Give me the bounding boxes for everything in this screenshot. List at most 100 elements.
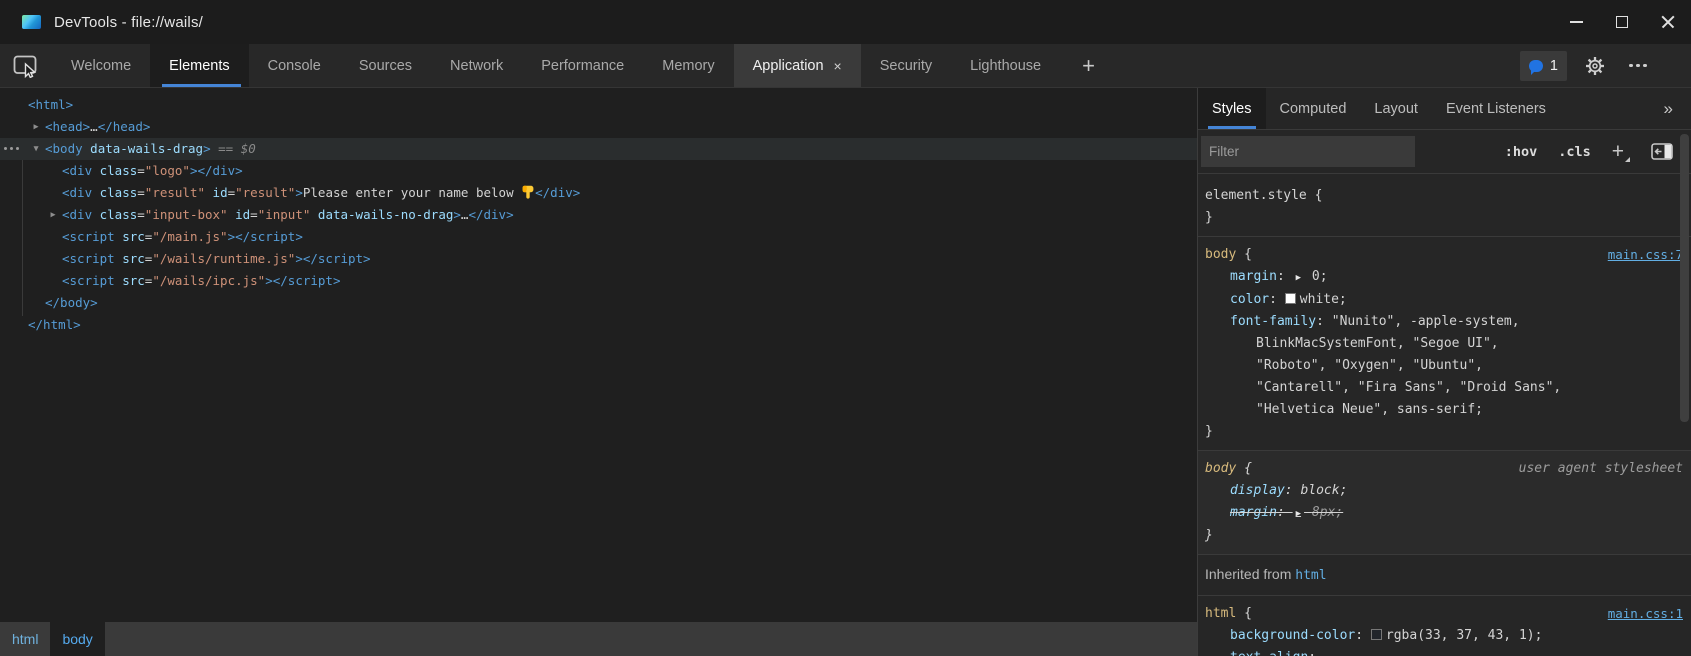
code-segment: > bbox=[453, 207, 461, 222]
property-name[interactable]: color bbox=[1230, 292, 1269, 307]
tree-row[interactable]: <html> bbox=[0, 94, 1197, 116]
node-options-icon[interactable] bbox=[4, 147, 19, 150]
color-swatch[interactable] bbox=[1371, 629, 1382, 640]
css-declaration-color[interactable]: color: white; bbox=[1205, 289, 1683, 311]
property-name[interactable]: font-family bbox=[1230, 314, 1316, 329]
property-value[interactable]: 0; bbox=[1312, 269, 1328, 284]
tab-overflow-button[interactable]: » bbox=[1646, 88, 1691, 129]
maximize-button[interactable] bbox=[1599, 0, 1645, 44]
property-value[interactable]: 8px; bbox=[1312, 505, 1343, 520]
styles-tab-event-listeners[interactable]: Event Listeners bbox=[1432, 88, 1560, 129]
stylesheet-link[interactable]: main.css:1 bbox=[1608, 603, 1683, 625]
tab-sources[interactable]: Sources bbox=[340, 44, 431, 87]
property-value[interactable]: block; bbox=[1300, 483, 1347, 498]
more-tabs-button[interactable]: + bbox=[1060, 44, 1117, 87]
close-button[interactable] bbox=[1645, 0, 1691, 44]
tree-row[interactable]: ▶<div class="input-box" id="input" data-… bbox=[0, 204, 1197, 226]
tab-application[interactable]: Application× bbox=[734, 44, 861, 87]
rule-selector[interactable]: element.style bbox=[1205, 188, 1307, 203]
devtools-tab-bar: Welcome ElementsConsoleSourcesNetworkPerf… bbox=[0, 44, 1691, 88]
tree-row[interactable]: <script src="/wails/ipc.js"></script> bbox=[0, 270, 1197, 292]
minimize-button[interactable] bbox=[1553, 0, 1599, 44]
tree-row[interactable]: </body> bbox=[0, 292, 1197, 314]
tab-label: Memory bbox=[662, 58, 714, 74]
rule-selector[interactable]: body bbox=[1205, 461, 1236, 476]
css-declaration-text-align[interactable]: text-align: bbox=[1205, 647, 1683, 656]
expand-arrow-icon[interactable]: ▶ bbox=[47, 204, 59, 226]
property-value-wrapped[interactable]: "Cantarell", "Fira Sans", "Droid Sans", bbox=[1205, 377, 1683, 399]
tree-row[interactable]: ▶<head>…</head> bbox=[0, 116, 1197, 138]
stylesheet-link[interactable]: main.css:7 bbox=[1608, 244, 1683, 266]
rule-selector[interactable]: body bbox=[1205, 247, 1236, 262]
sidebar-toggle-icon[interactable] bbox=[1651, 143, 1673, 160]
code-segment: ></script> bbox=[295, 251, 370, 266]
issues-icon bbox=[1529, 60, 1543, 72]
more-icon bbox=[1629, 64, 1647, 68]
style-rule-body: user agent stylesheetbody {display: bloc… bbox=[1198, 451, 1691, 555]
property-name[interactable]: background-color bbox=[1230, 628, 1355, 643]
css-declaration-margin[interactable]: margin: ▶ 0; bbox=[1205, 266, 1683, 289]
element-classes-toggle[interactable]: .cls bbox=[1558, 144, 1591, 160]
expand-arrow-icon[interactable]: ▶ bbox=[30, 116, 42, 138]
breadcrumb-html[interactable]: html bbox=[0, 622, 50, 656]
code-segment: "/main.js" bbox=[152, 229, 227, 244]
code-segment: = bbox=[137, 185, 145, 200]
css-declaration-display[interactable]: display: block; bbox=[1205, 480, 1683, 502]
tree-row[interactable]: ▼<body data-wails-drag> == $0 bbox=[0, 138, 1197, 160]
rule-selector[interactable]: html bbox=[1205, 606, 1236, 621]
property-value[interactable]: rgba(33, 37, 43, 1); bbox=[1386, 628, 1543, 643]
expand-value-icon[interactable]: ▶ bbox=[1296, 273, 1301, 283]
style-filter-input[interactable] bbox=[1201, 136, 1415, 167]
code-segment: <div bbox=[62, 185, 92, 200]
colon: : bbox=[1277, 269, 1293, 284]
color-swatch[interactable] bbox=[1285, 293, 1296, 304]
css-declaration-background-color[interactable]: background-color: rgba(33, 37, 43, 1); bbox=[1205, 625, 1683, 647]
styles-tab-computed[interactable]: Computed bbox=[1266, 88, 1361, 129]
code-segment: = bbox=[137, 163, 145, 178]
property-name[interactable]: text-align bbox=[1230, 650, 1308, 656]
css-declaration-margin[interactable]: margin: ▶ 8px; bbox=[1205, 502, 1683, 525]
more-options-button[interactable] bbox=[1623, 51, 1653, 81]
tab-label: Welcome bbox=[71, 58, 131, 74]
property-value-wrapped[interactable]: BlinkMacSystemFont, "Segoe UI", bbox=[1205, 333, 1683, 355]
settings-button[interactable] bbox=[1580, 51, 1610, 81]
new-style-rule-button[interactable]: + bbox=[1612, 140, 1630, 164]
property-value[interactable]: white; bbox=[1300, 292, 1347, 307]
expand-value-icon[interactable]: ▶ bbox=[1296, 509, 1301, 519]
property-name[interactable]: margin bbox=[1230, 505, 1277, 520]
issues-button[interactable]: 1 bbox=[1520, 51, 1567, 81]
window-title: DevTools - file://wails/ bbox=[54, 14, 203, 31]
styles-tab-layout[interactable]: Layout bbox=[1360, 88, 1432, 129]
property-value[interactable]: "Nunito", -apple-system, bbox=[1332, 314, 1520, 329]
collapse-arrow-icon[interactable]: ▼ bbox=[30, 138, 42, 160]
tree-row[interactable]: <div class="logo"></div> bbox=[0, 160, 1197, 182]
property-name[interactable]: display bbox=[1230, 483, 1285, 498]
tab-lighthouse[interactable]: Lighthouse bbox=[951, 44, 1060, 87]
styles-tab-styles[interactable]: Styles bbox=[1198, 88, 1266, 129]
breadcrumb-body[interactable]: body bbox=[50, 622, 104, 656]
tree-row[interactable]: <div class="result" id="result">Please e… bbox=[0, 182, 1197, 204]
code-segment: > bbox=[203, 141, 211, 156]
tab-elements[interactable]: Elements bbox=[150, 44, 248, 87]
tree-row[interactable]: </html> bbox=[0, 314, 1197, 336]
close-tab-icon[interactable]: × bbox=[834, 58, 842, 74]
pseudo-state-toggle[interactable]: :hov bbox=[1505, 144, 1538, 160]
tab-security[interactable]: Security bbox=[861, 44, 951, 87]
inherited-node-link[interactable]: html bbox=[1295, 568, 1326, 583]
styles-scrollbar[interactable] bbox=[1680, 134, 1689, 422]
code-segment: </div> bbox=[535, 185, 580, 200]
code-segment: <script bbox=[62, 251, 115, 266]
inspect-element-button[interactable] bbox=[0, 44, 52, 87]
tab-memory[interactable]: Memory bbox=[643, 44, 733, 87]
css-declaration-font-family[interactable]: font-family: "Nunito", -apple-system, bbox=[1205, 311, 1683, 333]
tab-performance[interactable]: Performance bbox=[522, 44, 643, 87]
tree-row[interactable]: <script src="/wails/runtime.js"></script… bbox=[0, 248, 1197, 270]
tab-console[interactable]: Console bbox=[249, 44, 340, 87]
tab-network[interactable]: Network bbox=[431, 44, 522, 87]
property-value-wrapped[interactable]: "Helvetica Neue", sans-serif; bbox=[1205, 399, 1683, 421]
tab-welcome[interactable]: Welcome bbox=[52, 44, 150, 87]
property-name[interactable]: margin bbox=[1230, 269, 1277, 284]
tree-row[interactable]: <script src="/main.js"></script> bbox=[0, 226, 1197, 248]
property-value-wrapped[interactable]: "Roboto", "Oxygen", "Ubuntu", bbox=[1205, 355, 1683, 377]
code-segment: "input" bbox=[258, 207, 311, 222]
